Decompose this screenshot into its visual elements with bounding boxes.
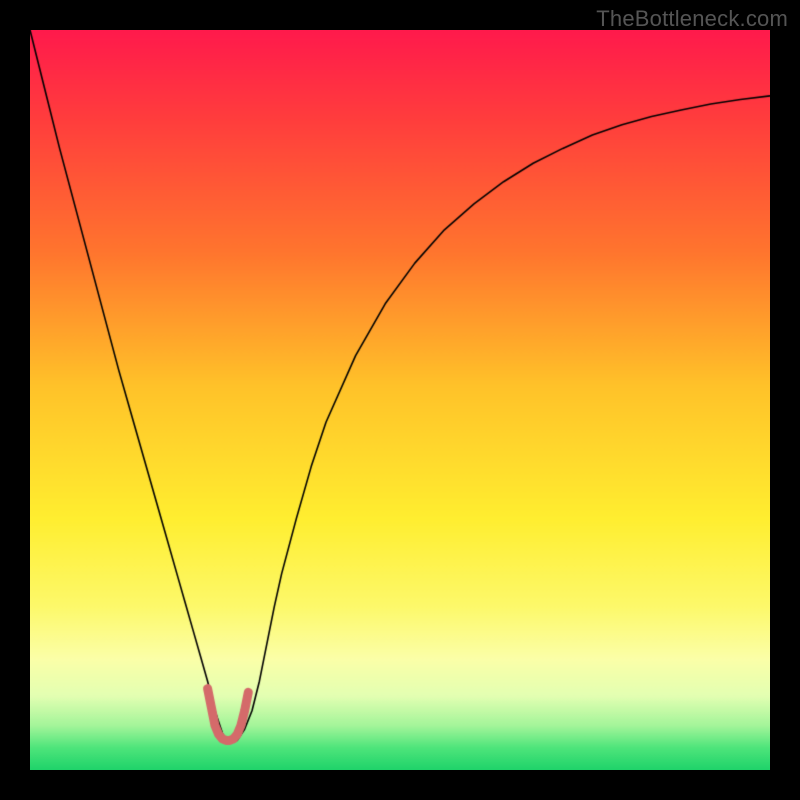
chart-frame	[30, 30, 770, 770]
bottleneck-chart-canvas	[30, 30, 770, 770]
watermark-label: TheBottleneck.com	[596, 6, 788, 32]
